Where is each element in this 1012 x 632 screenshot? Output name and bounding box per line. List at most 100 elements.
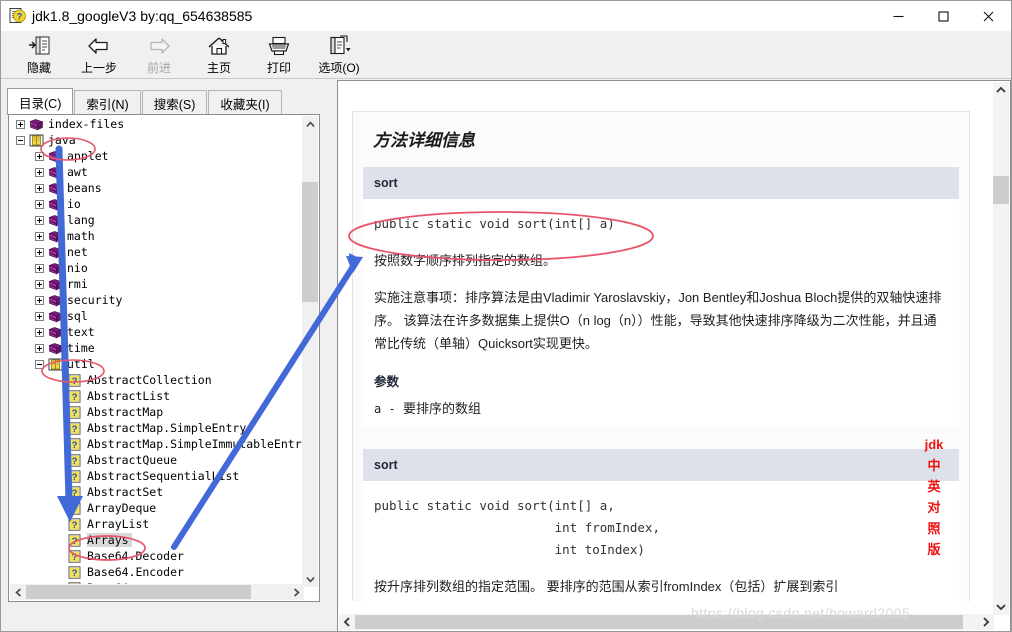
tree-node-net[interactable]: net (10, 244, 304, 260)
expand-icon[interactable] (35, 327, 44, 337)
tree-node-base64-decoder[interactable]: ? Base64.Decoder (10, 548, 304, 564)
tree-node-applet[interactable]: applet (10, 148, 304, 164)
tree-node-label: Arrays (87, 533, 132, 547)
blog-watermark: https://blog.csdn.net/howard2005 (691, 605, 911, 621)
expand-icon[interactable] (35, 311, 44, 321)
maximize-button[interactable] (921, 1, 966, 31)
tree-node-abstractcollection[interactable]: ? AbstractCollection (10, 372, 304, 388)
help-page-icon: ? (68, 437, 83, 451)
tree-node-index-files[interactable]: index-files (10, 116, 304, 132)
options-button[interactable]: 选项(O) (309, 31, 369, 77)
open-book-icon (48, 358, 63, 371)
tab-contents[interactable]: 目录(C) (7, 88, 74, 115)
collapse-icon[interactable] (35, 359, 44, 369)
expand-icon[interactable] (35, 263, 44, 273)
tree-scroll-down-icon[interactable] (302, 571, 318, 587)
doc-scroll-right-icon[interactable] (978, 614, 994, 630)
svg-text:?: ? (72, 552, 78, 563)
expand-icon[interactable] (35, 215, 44, 225)
method-detail-card: 方法详细信息 sort public static void sort(int[… (352, 111, 970, 601)
doc-scroll-down-icon[interactable] (993, 599, 1009, 615)
tree-node-label: AbstractMap.SimpleImmutableEntry (87, 437, 304, 451)
tree-node-base64-encoder[interactable]: ? Base64.Encoder (10, 564, 304, 580)
contents-tree[interactable]: index-files java applet awt beans io lang math n… (8, 114, 320, 602)
tree-node-io[interactable]: io (10, 196, 304, 212)
doc-scroll-left-icon[interactable] (339, 614, 355, 630)
expand-icon[interactable] (35, 151, 44, 161)
expand-icon[interactable] (35, 247, 44, 257)
expand-icon[interactable] (35, 167, 44, 177)
tree-node-arrays[interactable]: ? Arrays (10, 532, 304, 548)
tree-scroll-thumb[interactable] (302, 182, 318, 302)
tree-horizontal-scrollbar[interactable] (10, 584, 304, 600)
expand-icon[interactable] (35, 183, 44, 193)
expand-icon[interactable] (35, 343, 44, 353)
document-view: 方法详细信息 sort public static void sort(int[… (338, 81, 988, 601)
back-arrow-icon (86, 34, 112, 58)
doc-scroll-thumb[interactable] (993, 176, 1009, 204)
param-dash-a: - (388, 402, 396, 416)
tree-scroll-up-icon[interactable] (302, 116, 318, 132)
tree-node-arraydeque[interactable]: ? ArrayDeque (10, 500, 304, 516)
tree-node-security[interactable]: security (10, 292, 304, 308)
tree-node-beans[interactable]: beans (10, 180, 304, 196)
tab-favorites-label: 收藏夹(I) (220, 97, 270, 112)
expand-icon[interactable] (35, 295, 44, 305)
tree-node-abstractmap-simpleentry[interactable]: ? AbstractMap.SimpleEntry (10, 420, 304, 436)
nav-tabs: 目录(C) 索引(N) 搜索(S) 收藏夹(I) (7, 88, 283, 115)
tree-node-sql[interactable]: sql (10, 308, 304, 324)
home-icon (206, 34, 232, 58)
expand-icon[interactable] (35, 231, 44, 241)
tree-node-abstractmap[interactable]: ? AbstractMap (10, 404, 304, 420)
tree-node-abstractsequentiallist[interactable]: ? AbstractSequentialList (10, 468, 304, 484)
svg-text:?: ? (72, 424, 78, 435)
tree-node-rmi[interactable]: rmi (10, 276, 304, 292)
collapse-icon[interactable] (16, 135, 25, 145)
title-bar: ? jdk1.8_googleV3 by:qq_654638585 (1, 1, 1011, 31)
tree-viewport: index-files java applet awt beans io lang math n… (10, 116, 304, 587)
tree-node-util[interactable]: util (10, 356, 304, 372)
tab-index[interactable]: 索引(N) (74, 90, 141, 115)
expand-icon[interactable] (35, 279, 44, 289)
tree-node-lang[interactable]: lang (10, 212, 304, 228)
section-header-sort-1: sort (363, 167, 959, 199)
tree-node-abstractset[interactable]: ? AbstractSet (10, 484, 304, 500)
tree-node-abstractqueue[interactable]: ? AbstractQueue (10, 452, 304, 468)
tree-node-abstractmap-simpleimmutableentry[interactable]: ? AbstractMap.SimpleImmutableEntry (10, 436, 304, 452)
doc-scroll-up-icon[interactable] (993, 82, 1009, 98)
tree-node-awt[interactable]: awt (10, 164, 304, 180)
section-header-sort-2-label: sort (374, 458, 398, 472)
tree-node-arraylist[interactable]: ? ArrayList (10, 516, 304, 532)
expand-icon[interactable] (35, 199, 44, 209)
window-title: jdk1.8_googleV3 by:qq_654638585 (32, 8, 253, 24)
hide-pane-icon (27, 34, 51, 58)
forward-button[interactable]: 前进 (129, 31, 189, 77)
doc-vertical-scrollbar[interactable] (993, 82, 1009, 615)
tree-hscroll-thumb[interactable] (26, 585, 251, 599)
back-button[interactable]: 上一步 (69, 31, 129, 77)
book-icon (48, 342, 63, 355)
tree-node-nio[interactable]: nio (10, 260, 304, 276)
minimize-button[interactable] (876, 1, 921, 31)
hide-button[interactable]: 隐藏 (9, 31, 69, 77)
print-button[interactable]: 打印 (249, 31, 309, 77)
tree-vertical-scrollbar[interactable] (302, 116, 318, 587)
vertical-label-char: 对 (927, 500, 941, 515)
param-desc-a: 要排序的数组 (402, 401, 481, 416)
tab-search[interactable]: 搜索(S) (141, 90, 208, 115)
tab-favorites[interactable]: 收藏夹(I) (208, 90, 282, 115)
tree-node-text[interactable]: text (10, 324, 304, 340)
book-icon (48, 198, 63, 211)
tree-node-label: text (67, 325, 95, 339)
help-page-icon: ? (68, 565, 83, 579)
tree-node-abstractlist[interactable]: ? AbstractList (10, 388, 304, 404)
tree-node-label: index-files (48, 117, 125, 131)
tree-scroll-right-icon[interactable] (288, 584, 304, 600)
home-button[interactable]: 主页 (189, 31, 249, 77)
tree-node-math[interactable]: math (10, 228, 304, 244)
close-button[interactable] (966, 1, 1011, 31)
tree-scroll-left-icon[interactable] (10, 584, 26, 600)
expand-icon[interactable] (16, 119, 25, 129)
tree-node-time[interactable]: time (10, 340, 304, 356)
tree-node-java[interactable]: java (10, 132, 304, 148)
